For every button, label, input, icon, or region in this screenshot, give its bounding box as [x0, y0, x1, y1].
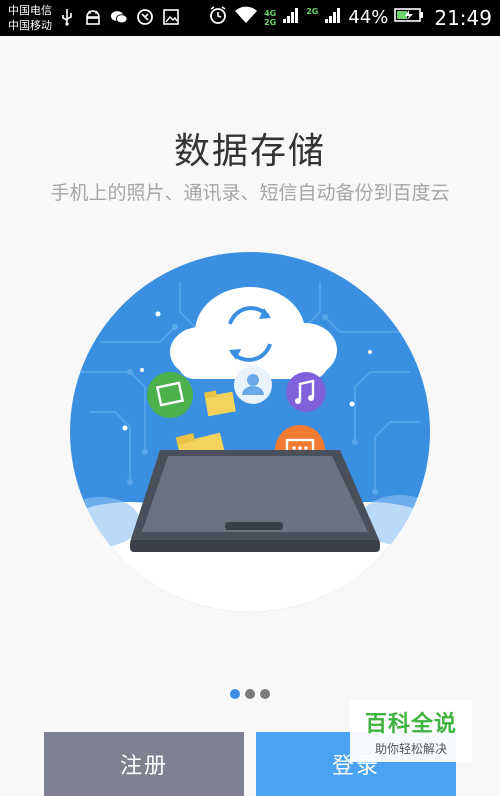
battery-charging-icon [394, 7, 424, 28]
page-dot-2 [245, 689, 255, 699]
system-status: 4G 2G 2G 44% 21:49 [208, 5, 492, 30]
notification-icons [58, 8, 180, 26]
app-icon [136, 8, 154, 26]
alarm-icon [208, 5, 228, 30]
page-title: 数据存储 [173, 131, 326, 172]
backup-illustration [70, 252, 430, 612]
tablet-icon [130, 450, 380, 552]
carrier-names: 中国电信 中国移动 [8, 3, 52, 33]
carrier-1: 中国电信 [8, 4, 52, 17]
carrier-2: 中国移动 [8, 19, 52, 32]
android-icon [84, 8, 102, 26]
photo-app-icon [147, 372, 193, 418]
watermark-logo: 百科全说 助你轻松解决 [350, 700, 472, 762]
music-app-icon [286, 372, 326, 412]
wifi-icon [234, 6, 258, 29]
register-button[interactable]: 注册 [44, 732, 244, 796]
contact-app-icon [234, 366, 272, 404]
signal-icon [282, 6, 300, 29]
clock: 21:49 [434, 5, 492, 30]
intro-screen: 数据存储 手机上的照片、通讯录、短信自动备份到百度云 注册 登录 百科全说 助你… [0, 36, 500, 796]
page-dot-3 [260, 689, 270, 699]
page-indicator [230, 689, 270, 699]
usb-icon [58, 8, 76, 26]
page-subtitle: 手机上的照片、通讯录、短信自动备份到百度云 [50, 182, 450, 204]
network-2-label: 2G [306, 7, 319, 16]
network-type: 4G 2G [264, 9, 276, 27]
network-bottom-label: 2G [264, 17, 277, 27]
image-icon [162, 8, 180, 26]
signal-2-icon [324, 6, 342, 29]
page-dot-1 [230, 689, 240, 699]
status-bar: 中国电信 中国移动 4G 2G 2G 44% 21:49 [0, 0, 500, 36]
watermark-title: 百科全说 [364, 712, 457, 737]
wechat-icon [110, 8, 128, 26]
watermark-subtitle: 助你轻松解决 [374, 742, 447, 756]
battery-text: 44% [348, 7, 389, 28]
network-top-label: 4G [264, 8, 277, 18]
